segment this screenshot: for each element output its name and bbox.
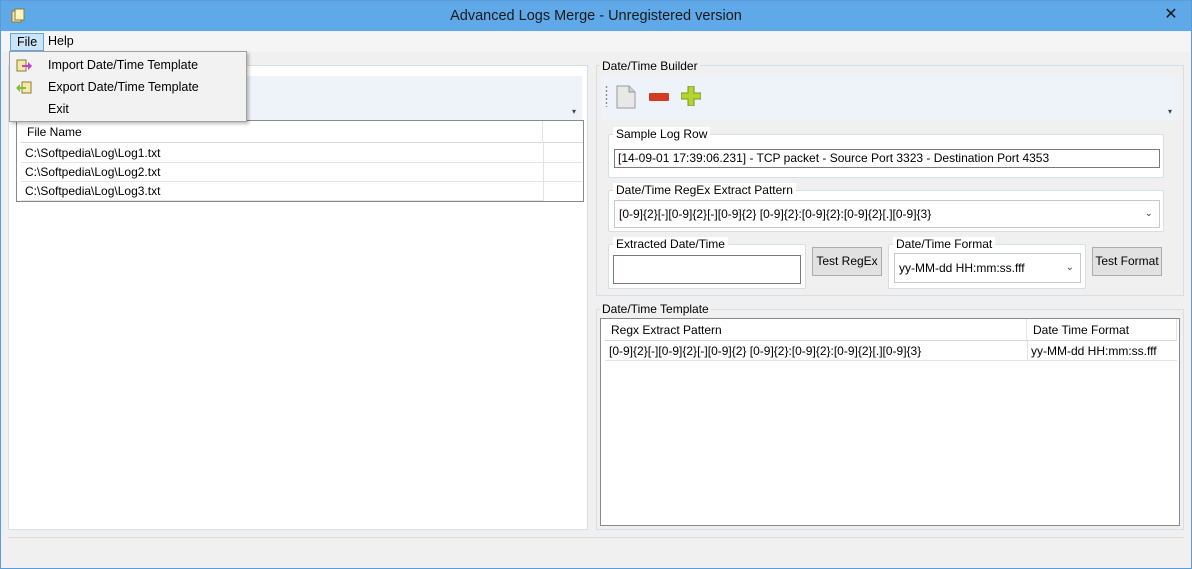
sample-log-row-input[interactable]: [14-09-01 17:39:06.231] - TCP packet - S… xyxy=(614,149,1160,168)
format-label: Date/Time Format xyxy=(893,237,996,251)
menu-item-label: Import Date/Time Template xyxy=(48,58,199,72)
column-header-filler xyxy=(543,121,583,143)
toolstrip-overflow-icon[interactable]: ▾ xyxy=(1168,108,1176,116)
status-bar xyxy=(8,537,1184,559)
files-grid[interactable]: File Name C:\Softpedia\Log\Log1.txt C:\S… xyxy=(16,120,584,202)
new-document-icon[interactable] xyxy=(616,85,636,109)
regex-pattern-combo[interactable]: [0-9]{2}[-][0-9]{2}[-][0-9]{2} [0-9]{2}:… xyxy=(614,200,1160,228)
menu-item-label: Exit xyxy=(48,102,69,116)
table-row-format[interactable]: yy-MM-dd HH:mm:ss.fff xyxy=(1028,342,1177,361)
menu-item-exit[interactable]: Exit xyxy=(11,98,245,120)
table-row-pattern[interactable]: [0-9]{2}[-][0-9]{2}[-][0-9]{2} [0-9]{2}:… xyxy=(605,342,1027,361)
extracted-input[interactable] xyxy=(613,255,801,284)
table-row[interactable]: C:\Softpedia\Log\Log1.txt xyxy=(21,144,543,163)
sample-log-row-label: Sample Log Row xyxy=(613,127,711,141)
add-icon[interactable] xyxy=(681,86,701,106)
menu-item-import-template[interactable]: Import Date/Time Template xyxy=(11,54,245,76)
menu-bar: File Help xyxy=(2,32,1190,52)
menu-file[interactable]: File xyxy=(10,33,45,51)
format-combo[interactable]: yy-MM-dd HH:mm:ss.fff ⌄ xyxy=(894,253,1081,283)
test-format-button[interactable]: Test Format xyxy=(1092,247,1162,276)
import-icon xyxy=(16,59,32,72)
table-row[interactable]: C:\Softpedia\Log\Log3.txt xyxy=(21,182,543,201)
table-row[interactable]: C:\Softpedia\Log\Log2.txt xyxy=(21,163,543,182)
toolstrip-overflow-icon[interactable]: ▾ xyxy=(572,108,580,116)
builder-group-label: Date/Time Builder xyxy=(600,59,700,73)
menu-item-label: Export Date/Time Template xyxy=(48,80,199,94)
column-header-datetime-format[interactable]: Date Time Format xyxy=(1027,319,1177,341)
files-panel: ▾ File Name C:\Softpedia\Log\Log1.txt C:… xyxy=(8,65,588,530)
window-title: Advanced Logs Merge - Unregistered versi… xyxy=(450,8,742,24)
format-value: yy-MM-dd HH:mm:ss.fff xyxy=(899,261,1025,275)
table-cell-empty xyxy=(544,144,582,163)
builder-panel: ▾ [14-09-01 17:39:06.231] - TCP packet -… xyxy=(596,65,1184,296)
export-icon xyxy=(16,81,32,94)
chevron-down-icon[interactable]: ⌄ xyxy=(1145,201,1153,227)
builder-toolstrip: ▾ xyxy=(602,76,1178,120)
template-grid[interactable]: Regx Extract Pattern Date Time Format [0… xyxy=(600,318,1180,526)
regex-pattern-label: Date/Time RegEx Extract Pattern xyxy=(613,183,796,197)
template-panel: Regx Extract Pattern Date Time Format [0… xyxy=(596,309,1184,530)
chevron-down-icon[interactable]: ⌄ xyxy=(1066,254,1074,282)
close-button[interactable]: ✕ xyxy=(1159,4,1183,24)
title-bar[interactable]: Advanced Logs Merge - Unregistered versi… xyxy=(1,1,1191,31)
column-header-regex-pattern[interactable]: Regx Extract Pattern xyxy=(605,319,1027,341)
file-menu-dropdown: Import Date/Time Template Export Date/Ti… xyxy=(9,51,247,122)
column-header-file-name[interactable]: File Name xyxy=(21,121,543,143)
template-group-label: Date/Time Template xyxy=(600,302,711,316)
regex-pattern-value: [0-9]{2}[-][0-9]{2}[-][0-9]{2} [0-9]{2}:… xyxy=(619,207,932,221)
extracted-label: Extracted Date/Time xyxy=(613,237,728,251)
menu-help[interactable]: Help xyxy=(42,33,80,51)
test-regex-button[interactable]: Test RegEx xyxy=(812,247,882,276)
menu-item-export-template[interactable]: Export Date/Time Template xyxy=(11,76,245,98)
table-cell-empty xyxy=(544,163,582,182)
toolstrip-grip[interactable] xyxy=(605,85,608,107)
app-window: Advanced Logs Merge - Unregistered versi… xyxy=(0,0,1192,569)
remove-icon[interactable] xyxy=(649,93,669,101)
